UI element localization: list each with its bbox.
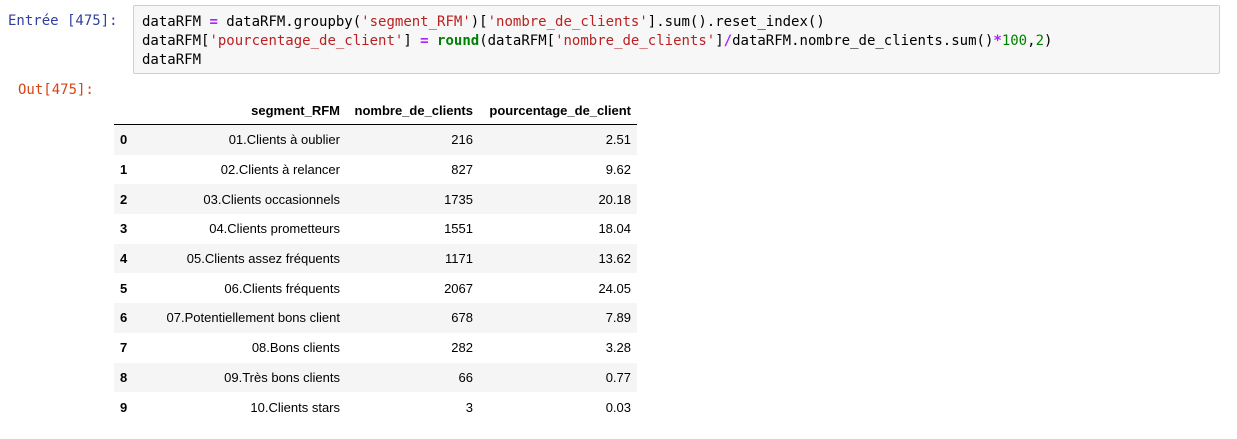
table-body: 0 01.Clients à oublier 216 2.51 1 02.Cli… xyxy=(114,124,637,422)
cell-nombre-de-clients: 678 xyxy=(451,310,473,326)
code-token-op: / xyxy=(723,33,733,49)
code-token-plain: ] xyxy=(403,33,421,49)
input-prompt: Entrée [475]: xyxy=(8,13,118,29)
cell-pourcentage-de-client: 13.62 xyxy=(598,251,631,267)
table-row: 8 09.Très bons clients 66 0.77 xyxy=(114,362,637,393)
row-index: 2 xyxy=(120,191,128,207)
cell-segment-rfm: 06.Clients fréquents xyxy=(224,280,340,296)
table-row: 0 01.Clients à oublier 216 2.51 xyxy=(114,124,637,155)
cell-segment-rfm: 08.Bons clients xyxy=(251,340,340,356)
dataframe-table: segment_RFM nombre_de_clients pourcentag… xyxy=(114,96,637,422)
code-token-num: 2 xyxy=(1035,33,1044,49)
cell-nombre-de-clients: 1735 xyxy=(444,191,473,207)
code-cell-editor[interactable]: dataRFM = dataRFM.groupby('segment_RFM')… xyxy=(133,5,1220,74)
row-index: 1 xyxy=(120,162,128,178)
cell-pourcentage-de-client: 24.05 xyxy=(598,280,631,296)
output-area: segment_RFM nombre_de_clients pourcentag… xyxy=(114,96,637,422)
cell-nombre-de-clients: 66 xyxy=(458,369,473,385)
cell-segment-rfm: 03.Clients occasionnels xyxy=(203,191,340,207)
cell-segment-rfm: 05.Clients assez fréquents xyxy=(186,251,340,267)
code-token-plain: dataRFM.nombre_de_clients.sum() xyxy=(732,33,994,49)
table-header-row: segment_RFM nombre_de_clients pourcentag… xyxy=(114,96,637,125)
row-index: 0 xyxy=(120,132,128,148)
code-token-op: * xyxy=(993,33,1002,49)
code-line-2: dataRFM['pourcentage_de_client'] = round… xyxy=(142,32,1211,51)
table-row: 9 10.Clients stars 3 0.03 xyxy=(114,392,637,422)
code-token-op: = xyxy=(420,33,429,49)
code-token-num: 100 xyxy=(1001,33,1028,49)
row-index: 8 xyxy=(120,369,128,385)
cell-nombre-de-clients: 1551 xyxy=(444,221,473,237)
header-index xyxy=(114,96,138,125)
code-token-kw: round xyxy=(437,33,480,49)
table-row: 6 07.Potentiellement bons client 678 7.8… xyxy=(114,303,637,333)
code-token-plain: )[ xyxy=(470,14,488,30)
code-token-plain: dataRFM xyxy=(142,14,210,30)
row-index: 9 xyxy=(120,399,128,415)
output-prompt: Out[475]: xyxy=(18,82,94,98)
table-row: 2 03.Clients occasionnels 1735 20.18 xyxy=(114,184,637,215)
cell-segment-rfm: 09.Très bons clients xyxy=(224,369,340,385)
cell-nombre-de-clients: 2067 xyxy=(444,280,473,296)
cell-segment-rfm: 10.Clients stars xyxy=(250,399,340,415)
row-index: 5 xyxy=(120,280,128,296)
cell-pourcentage-de-client: 2.51 xyxy=(605,132,631,148)
cell-pourcentage-de-client: 18.04 xyxy=(598,221,631,237)
cell-nombre-de-clients: 282 xyxy=(451,340,473,356)
cell-nombre-de-clients: 3 xyxy=(465,399,473,415)
code-token-str: 'nombre_de_clients' xyxy=(555,33,716,49)
header-nombre-de-clients: nombre_de_clients xyxy=(346,96,479,125)
code-line-1: dataRFM = dataRFM.groupby('segment_RFM')… xyxy=(142,13,1211,32)
cell-pourcentage-de-client: 3.28 xyxy=(605,340,631,356)
code-token-plain: ] xyxy=(715,33,724,49)
row-index: 6 xyxy=(120,310,128,326)
table-row: 3 04.Clients prometteurs 1551 18.04 xyxy=(114,214,637,244)
cell-segment-rfm: 07.Potentiellement bons client xyxy=(166,310,340,326)
table-row: 5 06.Clients fréquents 2067 24.05 xyxy=(114,273,637,304)
header-segment-rfm: segment_RFM xyxy=(138,96,346,125)
code-token-plain: ) xyxy=(1044,33,1053,49)
cell-pourcentage-de-client: 20.18 xyxy=(598,191,631,207)
code-token-plain: dataRFM[ xyxy=(142,33,210,49)
row-index: 4 xyxy=(120,251,128,267)
code-token-op: = xyxy=(209,14,218,30)
code-token-plain: dataRFM.groupby( xyxy=(217,14,362,30)
cell-pourcentage-de-client: 0.03 xyxy=(605,399,631,415)
cell-nombre-de-clients: 1171 xyxy=(445,251,473,267)
code-token-plain: (dataRFM[ xyxy=(479,33,556,49)
code-token-plain: dataRFM xyxy=(142,52,202,68)
code-token-plain: , xyxy=(1027,33,1036,49)
cell-nombre-de-clients: 827 xyxy=(451,162,473,178)
cell-segment-rfm: 02.Clients à relancer xyxy=(220,162,340,178)
cell-pourcentage-de-client: 9.62 xyxy=(605,162,631,178)
code-token-str: 'pourcentage_de_client' xyxy=(209,33,404,49)
cell-pourcentage-de-client: 7.89 xyxy=(605,310,631,326)
header-pourcentage-de-client: pourcentage_de_client xyxy=(479,96,637,125)
row-index: 7 xyxy=(120,340,128,356)
table-row: 1 02.Clients à relancer 827 9.62 xyxy=(114,154,637,185)
table-row: 7 08.Bons clients 282 3.28 xyxy=(114,332,637,363)
code-token-str: 'segment_RFM' xyxy=(361,14,471,30)
table-row: 4 05.Clients assez fréquents 1171 13.62 xyxy=(114,243,637,274)
cell-nombre-de-clients: 216 xyxy=(451,132,473,148)
cell-segment-rfm: 04.Clients prometteurs xyxy=(209,221,340,237)
row-index: 3 xyxy=(120,221,128,237)
cell-segment-rfm: 01.Clients à oublier xyxy=(228,132,340,148)
code-line-3: dataRFM xyxy=(142,51,1211,70)
code-token-plain: ].sum().reset_index() xyxy=(647,14,825,30)
code-token-str: 'nombre_de_clients' xyxy=(487,14,648,30)
cell-pourcentage-de-client: 0.77 xyxy=(605,369,631,385)
